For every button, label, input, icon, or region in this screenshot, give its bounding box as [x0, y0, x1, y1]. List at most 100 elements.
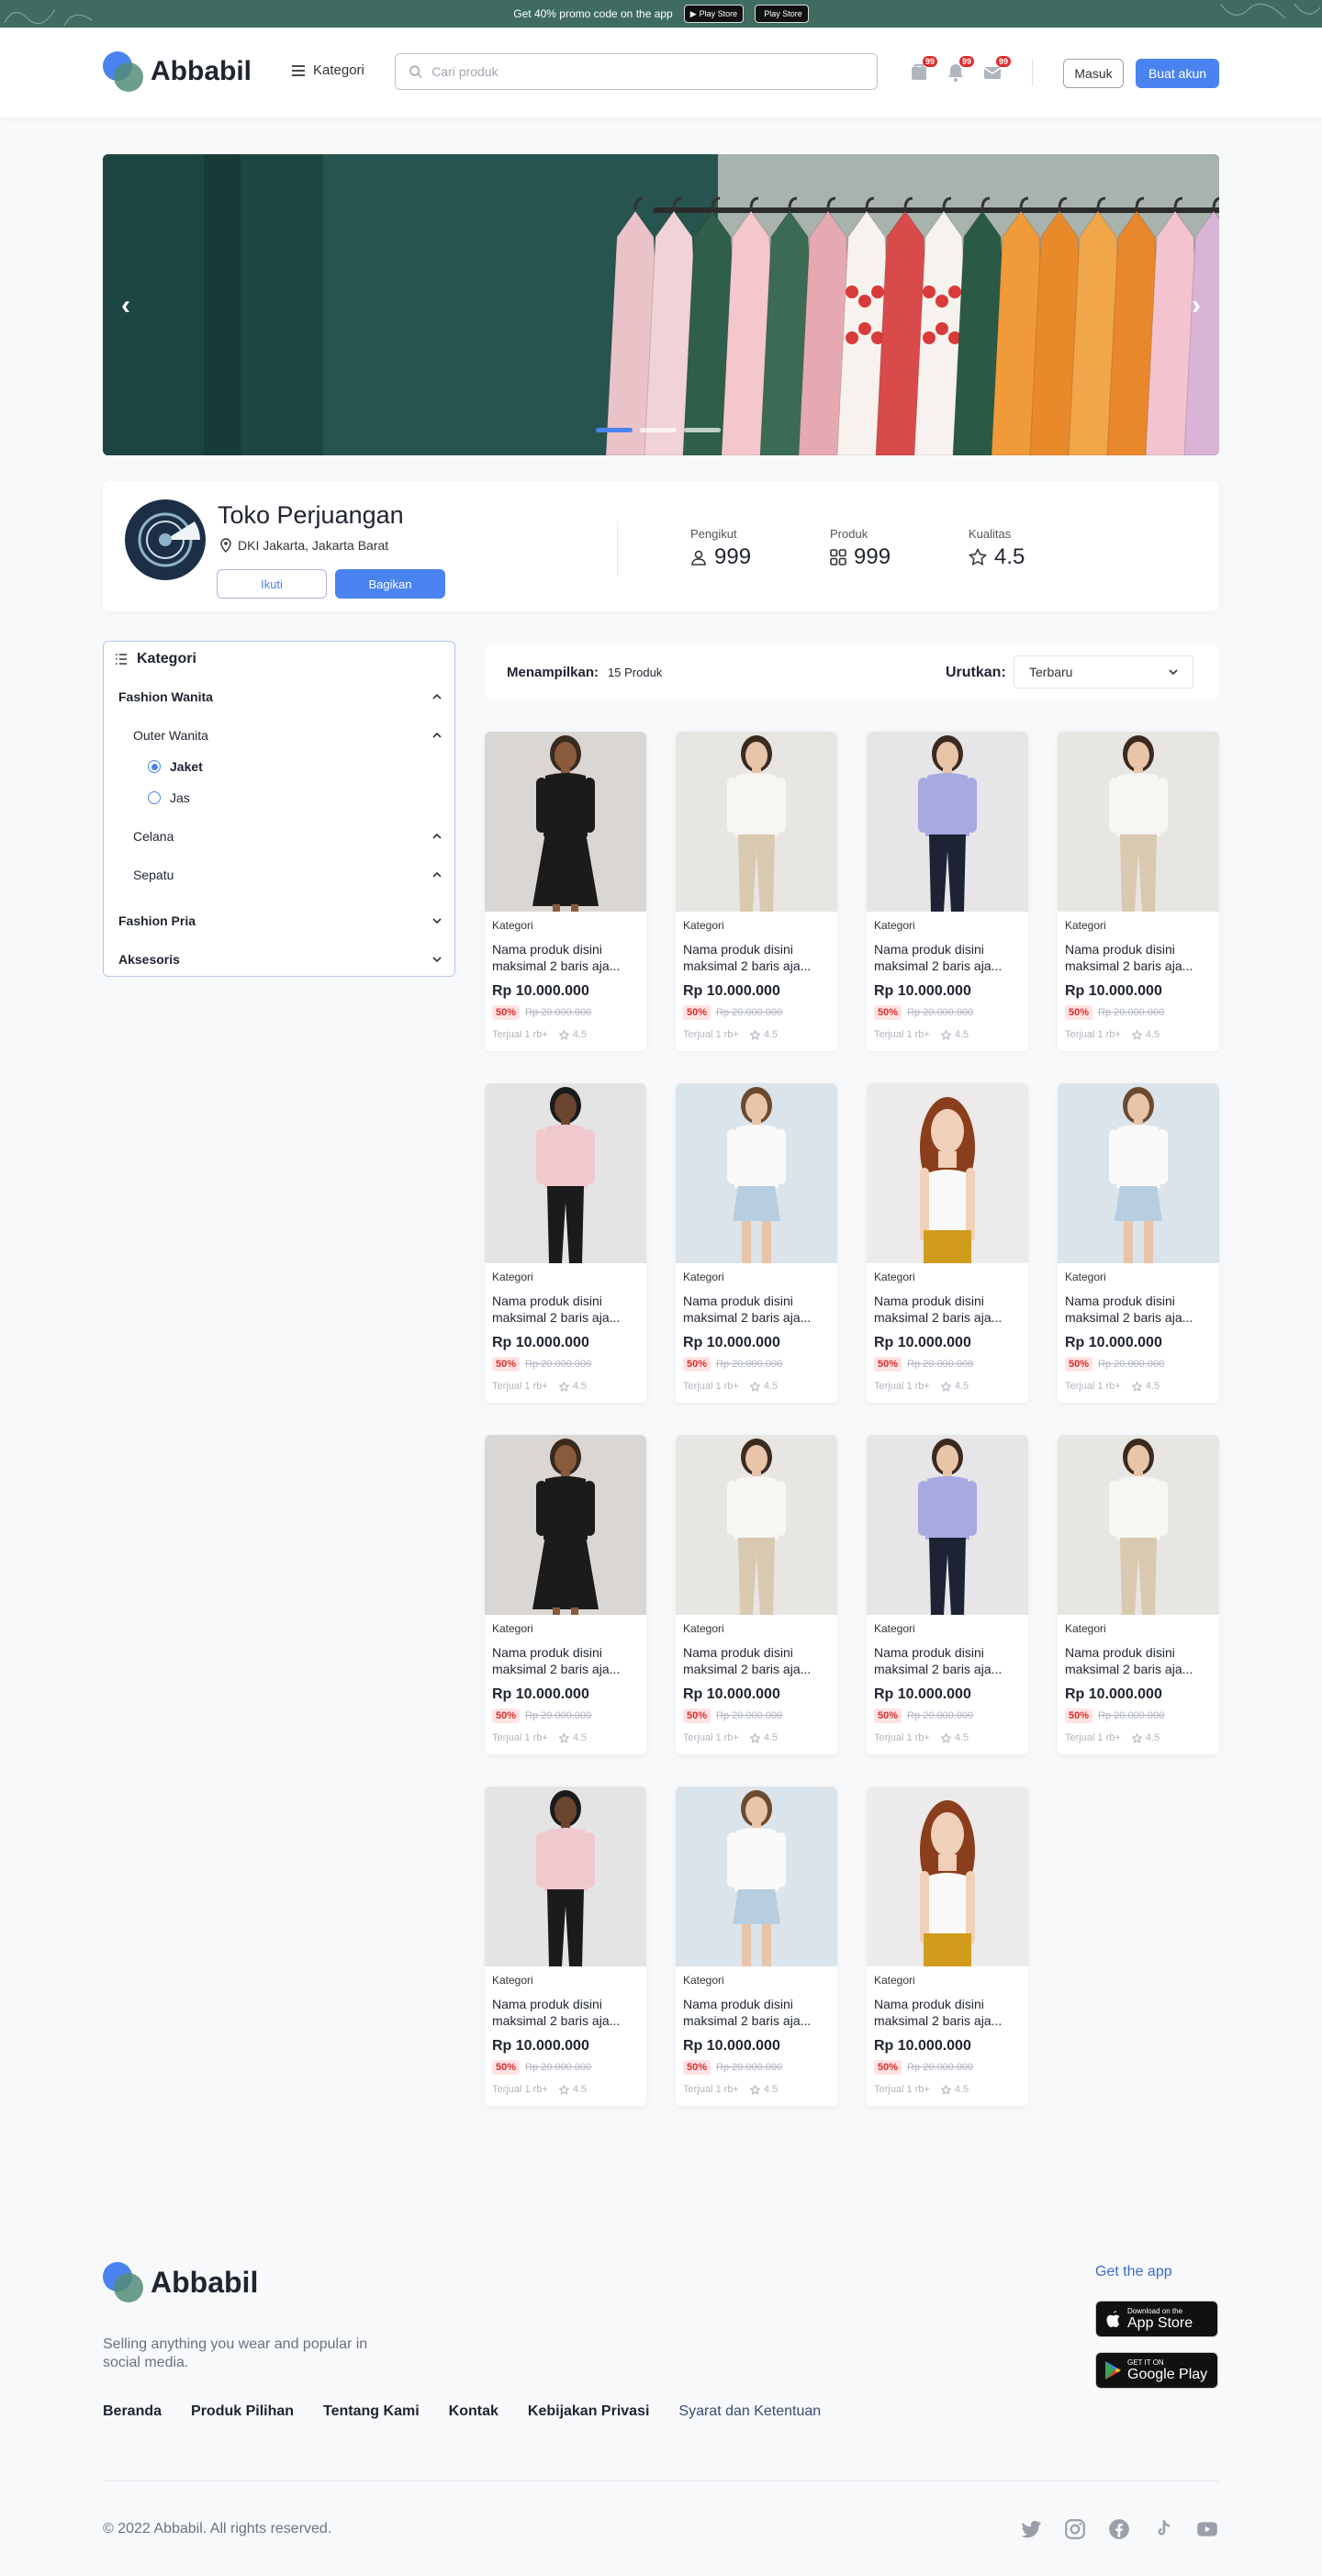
sidebar-item-outer-wanita[interactable]: Outer Wanita	[133, 728, 442, 743]
product-image[interactable]	[1058, 1083, 1219, 1263]
play-store-badge[interactable]: ▶ Play Store	[683, 5, 745, 23]
product-card[interactable]: Kategori Nama produk disini maksimal 2 b…	[867, 732, 1028, 1051]
product-card[interactable]: Kategori Nama produk disini maksimal 2 b…	[1058, 732, 1219, 1051]
product-name[interactable]: Nama produk disini maksimal 2 baris aja.…	[874, 1996, 1021, 2029]
product-image[interactable]	[676, 1083, 837, 1263]
product-discount: 50% Rp 20.000.000	[492, 1357, 591, 1372]
product-name[interactable]: Nama produk disini maksimal 2 baris aja.…	[874, 1293, 1021, 1326]
product-name[interactable]: Nama produk disini maksimal 2 baris aja.…	[683, 1644, 830, 1677]
banner-dot[interactable]	[596, 428, 633, 432]
logo-mark-icon	[103, 51, 143, 92]
sidebar-item-aksesoris[interactable]: Aksesoris	[118, 952, 442, 967]
product-image[interactable]	[1058, 1435, 1219, 1615]
product-card[interactable]: Kategori Nama produk disini maksimal 2 b…	[867, 1435, 1028, 1754]
instagram-link[interactable]	[1063, 2517, 1087, 2541]
product-card[interactable]: Kategori Nama produk disini maksimal 2 b…	[1058, 1083, 1219, 1403]
google-play-badge[interactable]: GET IT ON Google Play	[1095, 2352, 1218, 2389]
product-image[interactable]	[485, 1083, 646, 1263]
product-name[interactable]: Nama produk disini maksimal 2 baris aja.…	[874, 941, 1021, 974]
product-name[interactable]: Nama produk disini maksimal 2 baris aja.…	[1065, 1293, 1212, 1326]
register-button[interactable]: Buat akun	[1136, 59, 1219, 88]
product-image[interactable]	[485, 1786, 646, 1966]
sidebar-item-jaket[interactable]: Jaket	[148, 759, 203, 774]
rating-value: 4.5	[763, 1029, 779, 1040]
product-card[interactable]: Kategori Nama produk disini maksimal 2 b…	[867, 1083, 1028, 1403]
product-card[interactable]: Kategori Nama produk disini maksimal 2 b…	[676, 1083, 837, 1403]
product-image[interactable]	[867, 732, 1028, 912]
login-button[interactable]: Masuk	[1063, 59, 1124, 88]
product-card[interactable]: Kategori Nama produk disini maksimal 2 b…	[676, 1435, 837, 1754]
sidebar-item-fashion-pria[interactable]: Fashion Pria	[118, 913, 442, 928]
sidebar-item-fashion-wanita[interactable]: Fashion Wanita	[118, 689, 442, 704]
banner-dot[interactable]	[684, 428, 721, 432]
footer-link[interactable]: Produk Pilihan	[191, 2403, 294, 2420]
notification-button[interactable]: 99	[946, 56, 974, 83]
product-card[interactable]: Kategori Nama produk disini maksimal 2 b…	[867, 1786, 1028, 2106]
banner-dot[interactable]	[640, 428, 677, 432]
original-price: Rp 20.000.000	[907, 1359, 974, 1370]
follow-button[interactable]: Ikuti	[217, 569, 327, 599]
product-name[interactable]: Nama produk disini maksimal 2 baris aja.…	[683, 1293, 830, 1326]
product-name[interactable]: Nama produk disini maksimal 2 baris aja.…	[1065, 941, 1212, 974]
product-image[interactable]	[676, 1786, 837, 1966]
product-image[interactable]	[676, 1435, 837, 1615]
chevron-up-icon	[432, 871, 442, 878]
product-rating: 4.5	[558, 1732, 587, 1743]
app-store-badge[interactable]: Download on the App Store	[1095, 2301, 1218, 2337]
search-box[interactable]	[395, 53, 878, 90]
footer-link[interactable]: Beranda	[103, 2403, 162, 2420]
play-store-badge[interactable]: Play Store	[755, 5, 809, 23]
share-button[interactable]: Bagikan	[335, 569, 445, 599]
product-name[interactable]: Nama produk disini maksimal 2 baris aja.…	[683, 1996, 830, 2029]
footer-brand-logo[interactable]: Abbabil	[103, 2262, 258, 2302]
product-image[interactable]	[1058, 732, 1219, 912]
product-image[interactable]	[867, 1083, 1028, 1263]
star-icon	[749, 1732, 760, 1743]
decorative-pattern	[4, 8, 93, 27]
product-card[interactable]: Kategori Nama produk disini maksimal 2 b…	[485, 1786, 646, 2106]
tiktok-link[interactable]	[1151, 2517, 1175, 2541]
product-card[interactable]: Kategori Nama produk disini maksimal 2 b…	[1058, 1435, 1219, 1754]
product-rating: 4.5	[940, 2084, 969, 2095]
logo-mark-icon	[103, 2262, 143, 2302]
product-name[interactable]: Nama produk disini maksimal 2 baris aja.…	[1065, 1644, 1212, 1677]
product-name[interactable]: Nama produk disini maksimal 2 baris aja.…	[492, 1996, 639, 2029]
message-button[interactable]: 99	[982, 56, 1011, 83]
product-image[interactable]	[676, 732, 837, 912]
product-name[interactable]: Nama produk disini maksimal 2 baris aja.…	[492, 941, 639, 974]
category-menu-button[interactable]: Kategori	[291, 62, 364, 78]
sidebar-item-label: Jaket	[170, 759, 203, 774]
product-name[interactable]: Nama produk disini maksimal 2 baris aja.…	[874, 1644, 1021, 1677]
brand-logo[interactable]: Abbabil	[103, 51, 252, 92]
footer-link[interactable]: Kebijakan Privasi	[528, 2403, 650, 2420]
product-image[interactable]	[867, 1786, 1028, 1966]
product-image[interactable]	[485, 1435, 646, 1615]
search-input[interactable]	[431, 64, 864, 79]
product-meta: Terjual 1 rb+ 4.5	[492, 2084, 587, 2095]
banner-next-button[interactable]: ›	[1192, 290, 1201, 321]
banner-prev-button[interactable]: ‹	[121, 290, 130, 321]
product-card[interactable]: Kategori Nama produk disini maksimal 2 b…	[676, 1786, 837, 2106]
footer-link[interactable]: Kontak	[449, 2403, 499, 2420]
product-image[interactable]	[867, 1435, 1028, 1615]
twitter-link[interactable]	[1019, 2517, 1043, 2541]
product-name[interactable]: Nama produk disini maksimal 2 baris aja.…	[683, 941, 830, 974]
product-card[interactable]: Kategori Nama produk disini maksimal 2 b…	[485, 732, 646, 1051]
product-name[interactable]: Nama produk disini maksimal 2 baris aja.…	[492, 1293, 639, 1326]
sidebar-item-jas[interactable]: Jas	[148, 790, 190, 805]
product-discount: 50% Rp 20.000.000	[492, 1005, 591, 1020]
footer-link[interactable]: Tentang Kami	[323, 2403, 420, 2420]
product-card[interactable]: Kategori Nama produk disini maksimal 2 b…	[676, 732, 837, 1051]
product-name[interactable]: Nama produk disini maksimal 2 baris aja.…	[492, 1644, 639, 1677]
sort-select[interactable]: Terbaru	[1014, 655, 1193, 689]
sidebar-item-celana[interactable]: Celana	[133, 829, 442, 844]
sidebar-item-sepatu[interactable]: Sepatu	[133, 868, 442, 882]
product-image[interactable]	[485, 732, 646, 912]
cart-button[interactable]: 99	[909, 56, 937, 83]
youtube-link[interactable]	[1195, 2517, 1219, 2541]
facebook-link[interactable]	[1107, 2517, 1131, 2541]
footer-link[interactable]: Syarat dan Ketentuan	[678, 2403, 821, 2420]
product-card[interactable]: Kategori Nama produk disini maksimal 2 b…	[485, 1435, 646, 1754]
product-card[interactable]: Kategori Nama produk disini maksimal 2 b…	[485, 1083, 646, 1403]
original-price: Rp 20.000.000	[716, 1710, 783, 1721]
